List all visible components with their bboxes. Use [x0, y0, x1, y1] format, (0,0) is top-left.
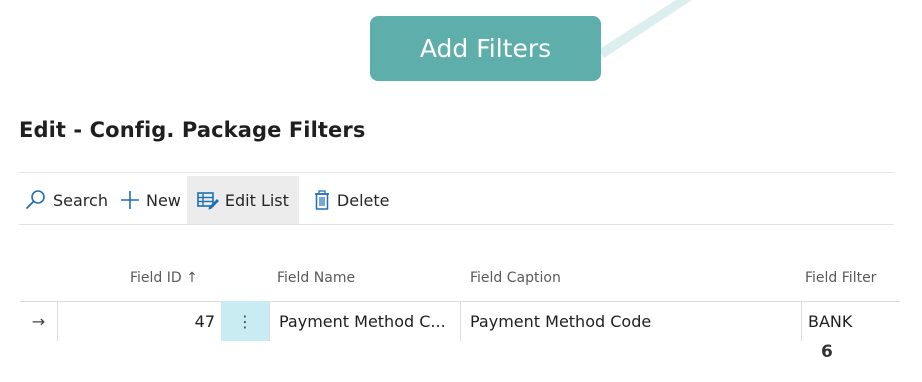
field-filter-cell[interactable]: BANK: [801, 301, 900, 341]
row-indicator-arrow-icon: →: [20, 301, 58, 341]
column-header-field-id[interactable]: Field ID ↑: [130, 270, 198, 286]
add-filters-callout: Add Filters: [370, 16, 601, 81]
column-header-field-filter[interactable]: Field Filter: [805, 270, 876, 286]
edit-list-icon: [197, 190, 219, 210]
column-header-field-caption[interactable]: Field Caption: [470, 270, 561, 286]
step-number: 6: [821, 342, 833, 362]
delete-label: Delete: [336, 190, 390, 210]
search-label: Search: [53, 190, 108, 210]
new-button[interactable]: New: [114, 176, 187, 224]
field-name-cell[interactable]: Payment Method C...: [269, 301, 461, 341]
delete-button[interactable]: Delete: [299, 176, 396, 224]
action-bar: Search New Edit List Delete: [19, 176, 396, 224]
edit-list-button[interactable]: Edit List: [186, 176, 299, 224]
toolbar-top-divider: [19, 172, 894, 173]
search-button[interactable]: Search: [19, 176, 114, 224]
field-caption-cell[interactable]: Payment Method Code: [461, 301, 801, 341]
toolbar-bottom-divider: [19, 224, 894, 225]
edit-list-label: Edit List: [224, 190, 289, 210]
sort-ascending-icon: ↑: [186, 270, 198, 286]
search-icon: [25, 189, 47, 211]
field-id-cell[interactable]: 47: [58, 301, 221, 341]
trash-icon: [313, 190, 331, 210]
column-header-field-name[interactable]: Field Name: [277, 270, 355, 286]
table-row[interactable]: → 47 ⋮ Payment Method C... Payment Metho…: [20, 301, 900, 341]
row-actions-menu-icon[interactable]: ⋮: [221, 301, 269, 341]
callout-label: Add Filters: [419, 34, 552, 63]
page-title: Edit - Config. Package Filters: [19, 118, 366, 142]
plus-icon: [120, 190, 140, 210]
new-label: New: [145, 190, 181, 210]
